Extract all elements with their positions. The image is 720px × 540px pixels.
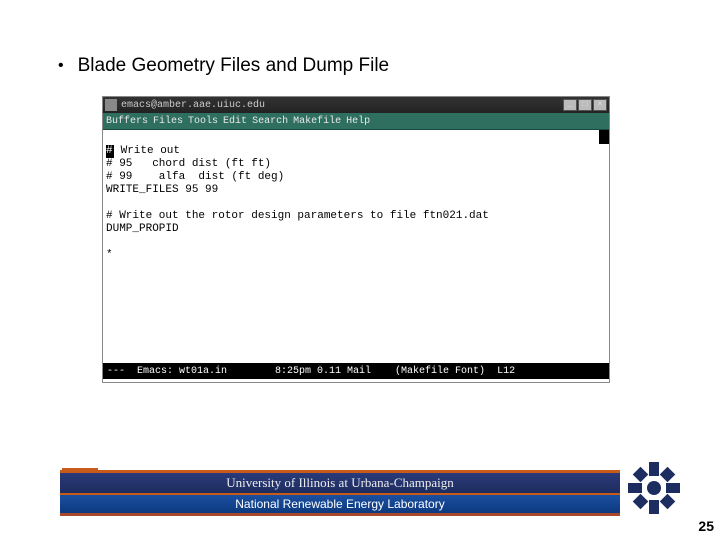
code-line-7: DUMP_PROPID: [106, 223, 179, 235]
bullet-line: • Blade Geometry Files and Dump File: [58, 55, 389, 77]
menu-tools[interactable]: Tools: [188, 116, 218, 127]
minimize-button[interactable]: _: [563, 99, 577, 111]
editor-area[interactable]: # Write out # 95 chord dist (ft ft) # 99…: [103, 130, 609, 363]
titlebar-text: emacs@amber.aae.uiuc.edu: [121, 100, 265, 111]
code-line-2: # 95 chord dist (ft ft): [106, 158, 271, 170]
nrel-logo-icon: [626, 460, 682, 516]
menu-help[interactable]: Help: [346, 116, 370, 127]
statusbar-text: --- Emacs: wt01a.in 8:25pm 0.11 Mail (Ma…: [107, 366, 515, 377]
scrollbar-bottom-icon[interactable]: [599, 365, 609, 379]
scrollbar-top-icon[interactable]: [599, 130, 609, 144]
emacs-menubar: Buffers Files Tools Edit Search Makefile…: [103, 113, 609, 130]
page-number: 25: [698, 518, 714, 534]
emacs-statusbar: --- Emacs: wt01a.in 8:25pm 0.11 Mail (Ma…: [103, 363, 609, 379]
emacs-titlebar: emacs@amber.aae.uiuc.edu _ □ ×: [103, 97, 609, 113]
bullet-text: Blade Geometry Files and Dump File: [78, 55, 390, 77]
menu-buffers[interactable]: Buffers: [106, 116, 148, 127]
code-line-4: WRITE_FILES 95 99: [106, 184, 218, 196]
bullet-dot: •: [58, 57, 64, 75]
footer-bar: University of Illinois at Urbana-Champai…: [60, 470, 620, 518]
titlebar-left: emacs@amber.aae.uiuc.edu: [105, 99, 265, 111]
footer-nrel: National Renewable Energy Laboratory: [60, 495, 620, 513]
app-icon: [105, 99, 117, 111]
menu-files[interactable]: Files: [153, 116, 183, 127]
code-line-3: # 99 alfa dist (ft deg): [106, 171, 284, 183]
code-line-9: *: [106, 249, 113, 261]
footer-uiuc: University of Illinois at Urbana-Champai…: [60, 473, 620, 493]
menu-search[interactable]: Search: [252, 116, 288, 127]
maximize-button[interactable]: □: [578, 99, 592, 111]
menu-edit[interactable]: Edit: [223, 116, 247, 127]
code-line-1b: Write out: [114, 145, 180, 157]
cursor-block: #: [106, 145, 114, 158]
menu-makefile[interactable]: Makefile: [293, 116, 341, 127]
close-button[interactable]: ×: [593, 99, 607, 111]
code-line-6: # Write out the rotor design parameters …: [106, 210, 489, 222]
emacs-window: emacs@amber.aae.uiuc.edu _ □ × Buffers F…: [102, 96, 610, 383]
minibuffer: [103, 379, 609, 382]
footer-stripe-bottom: [60, 513, 620, 516]
window-controls: _ □ ×: [563, 99, 607, 111]
